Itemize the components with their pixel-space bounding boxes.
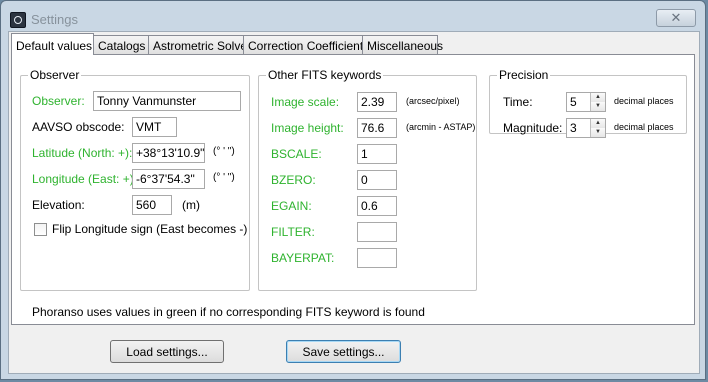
tab-correction-coefficients[interactable]: Correction Coefficients [243,35,369,54]
latitude-unit: (° ' ") [213,146,235,157]
precision-legend: Precision [499,68,549,82]
aavso-input[interactable]: VMT [132,117,177,137]
tab-label: Astrometric Solver [153,39,252,53]
tab-label: Miscellaneous [367,39,444,53]
default-values-page: Observer Observer: Tonny Vanmunster AAVS… [11,54,695,325]
time-label: Time: [503,95,533,109]
flip-longitude-label: Flip Longitude sign (East becomes -) [52,222,248,236]
elevation-label: Elevation: [32,198,85,212]
latitude-label: Latitude (North: +): [32,146,133,160]
elevation-unit: (m) [182,198,200,212]
longitude-label: Longitude (East: +): [32,172,138,186]
bayerpat-input[interactable] [357,248,397,268]
window-title: Settings [31,12,78,27]
bscale-input[interactable]: 1 [357,144,397,164]
save-settings-button[interactable]: Save settings... [286,340,401,363]
close-button[interactable]: ✕ [656,9,696,27]
precision-group: Precision Time: 5 ▲ ▼ decimal places Mag… [489,68,687,138]
longitude-unit: (° ' ") [213,172,235,183]
time-unit: decimal places [614,96,674,106]
time-spinner[interactable]: 5 ▲ ▼ [566,92,606,112]
tab-label: Correction Coefficients [248,39,370,53]
observer-group: Observer Observer: Tonny Vanmunster AAVS… [20,68,250,291]
spin-down-icon[interactable]: ▼ [591,102,605,111]
title-bar: Settings ✕ [1,1,705,31]
settings-window: Settings ✕ Default values Catalogs Astro… [0,0,706,380]
filter-input[interactable] [357,222,397,242]
close-icon: ✕ [670,10,682,25]
image-height-label: Image height: [271,121,344,135]
image-scale-unit: (arcsec/pixel) [406,96,460,106]
flip-longitude-checkbox[interactable] [34,223,47,236]
spin-down-icon[interactable]: ▼ [591,128,605,137]
time-value: 5 [570,95,577,109]
observer-legend: Observer [30,68,80,82]
green-values-note: Phoranso uses values in green if no corr… [32,305,425,319]
magnitude-unit: decimal places [614,122,674,132]
bzero-input[interactable]: 0 [357,170,397,190]
magnitude-value: 3 [570,121,577,135]
image-height-unit: (arcmin - ASTAP) [406,122,476,132]
filter-label: FILTER: [271,225,315,239]
observer-input[interactable]: Tonny Vanmunster [93,91,241,111]
longitude-input[interactable]: -6°37'54.3" [132,169,205,189]
bscale-label: BSCALE: [271,147,322,161]
tab-label: Catalogs [98,39,146,53]
observer-label: Observer: [32,94,85,108]
tab-label: Default values [16,39,93,53]
tab-miscellaneous[interactable]: Miscellaneous [362,35,443,54]
magnitude-spin-buttons[interactable]: ▲ ▼ [590,119,605,137]
latitude-input[interactable]: +38°13'10.9" [132,143,205,163]
image-scale-label: Image scale: [271,95,340,109]
egain-label: EGAIN: [271,199,312,213]
tab-astrometric-solver[interactable]: Astrometric Solver [148,35,251,54]
spin-up-icon[interactable]: ▲ [591,93,605,102]
image-scale-input[interactable]: 2.39 [357,92,397,112]
image-height-input[interactable]: 76.6 [357,118,397,138]
app-icon [10,12,26,28]
bayerpat-label: BAYERPAT: [271,251,335,265]
dialog-client: Default values Catalogs Astrometric Solv… [8,31,700,374]
fits-legend: Other FITS keywords [268,68,382,82]
magnitude-label: Magnitude: [503,121,563,135]
tab-catalogs[interactable]: Catalogs [93,35,149,54]
spin-up-icon[interactable]: ▲ [591,119,605,128]
time-spin-buttons[interactable]: ▲ ▼ [590,93,605,111]
bzero-label: BZERO: [271,173,316,187]
tab-default-values[interactable]: Default values [11,33,94,55]
magnitude-spinner[interactable]: 3 ▲ ▼ [566,118,606,138]
elevation-input[interactable]: 560 [132,195,172,215]
fits-keywords-group: Other FITS keywords Image scale: 2.39 (a… [258,68,477,291]
egain-input[interactable]: 0.6 [357,196,397,216]
load-settings-button[interactable]: Load settings... [110,340,224,363]
aavso-label: AAVSO obscode: [32,120,125,134]
